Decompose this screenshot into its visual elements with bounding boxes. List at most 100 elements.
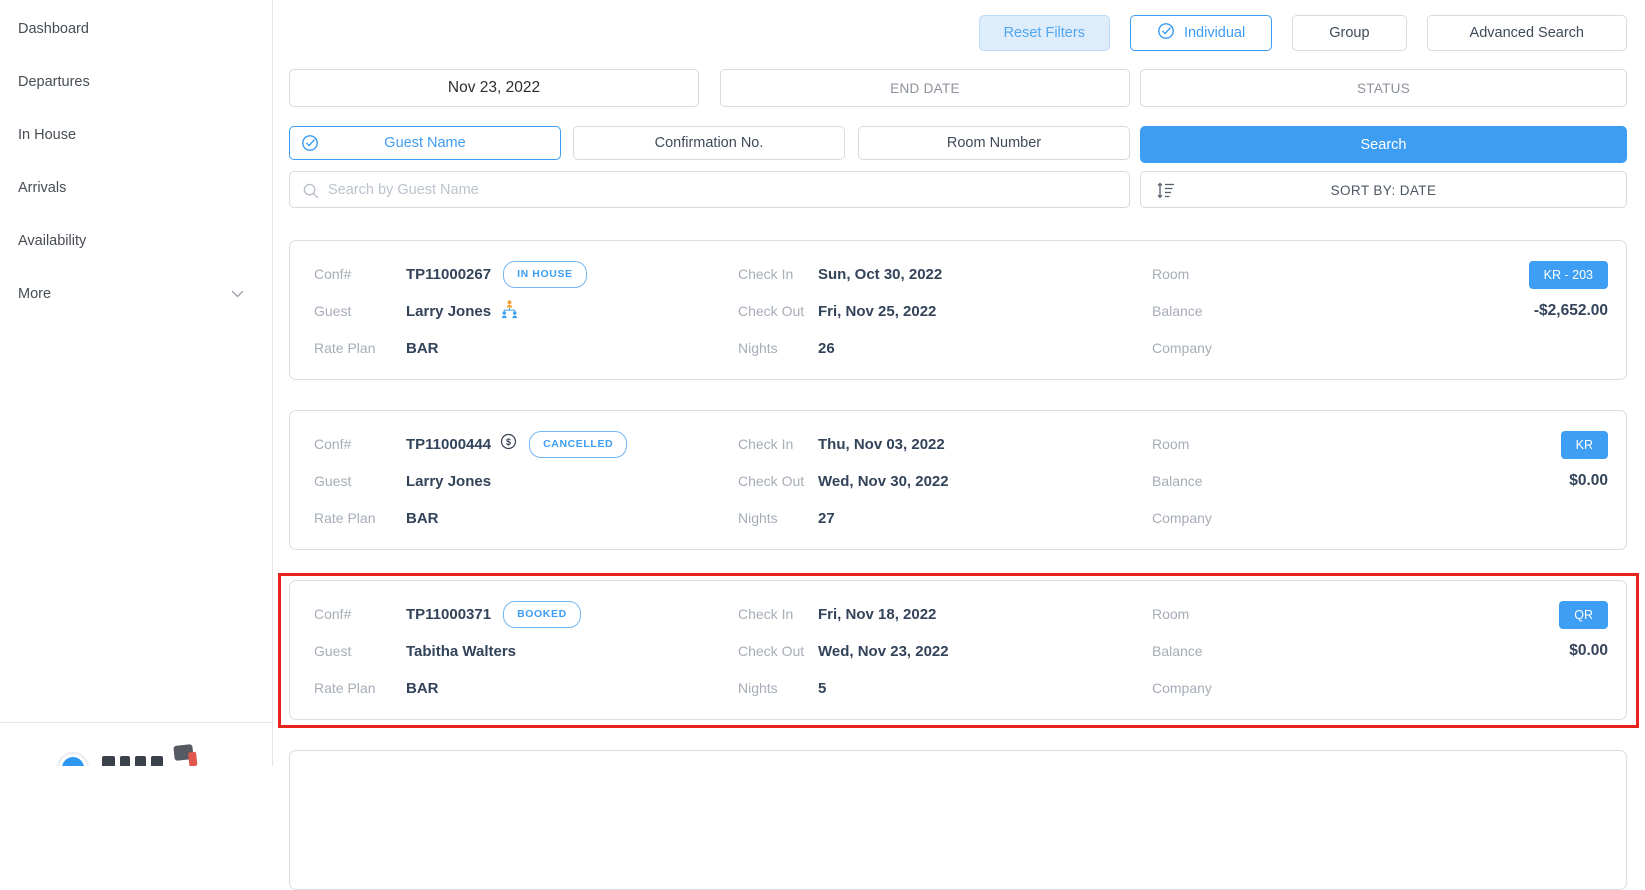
nights-label: Nights	[738, 509, 778, 528]
brand-wordmark	[102, 756, 163, 766]
tab-guest-name[interactable]: Guest Name	[289, 126, 561, 160]
guest-value: Larry Jones	[406, 302, 491, 321]
sidebar-item-in-house[interactable]: In House	[0, 108, 272, 161]
balance-label: Balance	[1152, 302, 1203, 321]
check-circle-icon	[1157, 22, 1175, 44]
status-badge: IN HOUSE	[503, 261, 587, 288]
search-icon	[302, 182, 320, 200]
search-box	[289, 171, 1130, 208]
reservation-card-highlighted[interactable]: Conf# TP11000371 BOOKED Guest Tabitha Wa…	[289, 580, 1627, 720]
check-in-label: Check In	[738, 435, 793, 454]
check-out-value: Wed, Nov 30, 2022	[818, 472, 949, 491]
check-in-value: Thu, Nov 03, 2022	[818, 435, 945, 454]
sidebar-item-more[interactable]: More	[0, 267, 272, 320]
search-input[interactable]	[326, 172, 1116, 207]
sidebar-nav: Dashboard Departures In House Arrivals A…	[0, 0, 272, 320]
sidebar-item-dashboard[interactable]: Dashboard	[0, 2, 272, 55]
check-in-value: Sun, Oct 30, 2022	[818, 265, 942, 284]
company-label: Company	[1152, 679, 1212, 698]
guest-line: Larry Jones	[406, 298, 520, 324]
check-circle-icon	[301, 134, 319, 156]
sidebar: Dashboard Departures In House Arrivals A…	[0, 0, 273, 766]
check-out-label: Check Out	[738, 472, 804, 491]
sidebar-item-label: Arrivals	[18, 180, 66, 196]
company-label: Company	[1152, 509, 1212, 528]
check-in-value: Fri, Nov 18, 2022	[818, 605, 936, 624]
chevron-down-icon	[231, 286, 244, 302]
search-button[interactable]: Search	[1140, 126, 1627, 163]
nights-value: 26	[818, 339, 835, 358]
sidebar-item-label: Availability	[18, 233, 86, 249]
group-toggle-button[interactable]: Group	[1292, 15, 1406, 51]
rate-plan-value: BAR	[406, 339, 439, 358]
guest-label: Guest	[314, 642, 351, 661]
tab-label: Room Number	[947, 135, 1041, 151]
nights-label: Nights	[738, 679, 778, 698]
group-booking-icon	[499, 299, 520, 324]
conf-line: TP11000267 IN HOUSE	[406, 261, 587, 287]
tab-label: Guest Name	[384, 135, 465, 151]
balance-value: $0.00	[1569, 472, 1608, 490]
sidebar-footer	[0, 722, 272, 766]
balance-value: -$2,652.00	[1534, 302, 1608, 320]
dollar-circle-icon: $	[500, 433, 517, 455]
advanced-search-button[interactable]: Advanced Search	[1427, 15, 1627, 51]
company-label: Company	[1152, 339, 1212, 358]
balance-label: Balance	[1152, 642, 1203, 661]
room-label: Room	[1152, 435, 1189, 454]
guest-label: Guest	[314, 472, 351, 491]
svg-text:$: $	[506, 437, 511, 447]
conf-line: TP11000444 $ CANCELLED	[406, 431, 627, 457]
room-label: Room	[1152, 265, 1189, 284]
reset-filters-button[interactable]: Reset Filters	[979, 15, 1110, 51]
individual-label: Individual	[1184, 25, 1245, 41]
rate-plan-value: BAR	[406, 679, 439, 698]
check-in-label: Check In	[738, 265, 793, 284]
individual-toggle-button[interactable]: Individual	[1130, 15, 1272, 51]
rate-plan-label: Rate Plan	[314, 509, 375, 528]
reservation-card[interactable]: Conf# TP11000444 $ CANCELLED Guest Larry…	[289, 410, 1627, 550]
sidebar-item-arrivals[interactable]: Arrivals	[0, 161, 272, 214]
conf-value: TP11000371	[406, 605, 491, 624]
check-in-label: Check In	[738, 605, 793, 624]
conf-value: TP11000267	[406, 265, 491, 284]
sort-bar[interactable]: SORT BY: DATE	[1140, 171, 1627, 208]
end-date-field[interactable]: END DATE	[720, 69, 1130, 107]
conf-value: TP11000444	[406, 435, 491, 454]
guest-label: Guest	[314, 302, 351, 321]
toolbar: Reset Filters Individual Group Advanced …	[979, 15, 1627, 51]
tab-room-number[interactable]: Room Number	[858, 126, 1130, 160]
room-badge: QR	[1559, 601, 1608, 629]
sidebar-item-label: Departures	[18, 74, 90, 90]
start-date-field[interactable]: Nov 23, 2022	[289, 69, 699, 107]
nights-label: Nights	[738, 339, 778, 358]
sort-label: SORT BY: DATE	[1141, 172, 1626, 209]
main-content: Reset Filters Individual Group Advanced …	[289, 0, 1627, 766]
conf-label: Conf#	[314, 265, 351, 284]
check-out-value: Fri, Nov 25, 2022	[818, 302, 936, 321]
status-field[interactable]: STATUS	[1140, 69, 1627, 107]
room-label: Room	[1152, 605, 1189, 624]
conf-label: Conf#	[314, 435, 351, 454]
tab-label: Confirmation No.	[655, 135, 764, 151]
nights-value: 27	[818, 509, 835, 528]
tab-confirmation-no[interactable]: Confirmation No.	[573, 126, 845, 160]
guest-value: Larry Jones	[406, 472, 491, 491]
room-badge: KR	[1561, 431, 1608, 459]
balance-label: Balance	[1152, 472, 1203, 491]
conf-label: Conf#	[314, 605, 351, 624]
status-badge: CANCELLED	[529, 431, 627, 458]
chat-widget-icon[interactable]	[173, 744, 193, 761]
brand-logo-icon	[57, 752, 89, 766]
sidebar-item-availability[interactable]: Availability	[0, 214, 272, 267]
reservation-card[interactable]: Conf# TP11000267 IN HOUSE Guest Larry Jo…	[289, 240, 1627, 380]
rate-plan-value: BAR	[406, 509, 439, 528]
room-badge: KR - 203	[1529, 261, 1608, 289]
check-out-value: Wed, Nov 23, 2022	[818, 642, 949, 661]
balance-value: $0.00	[1569, 642, 1608, 660]
rate-plan-label: Rate Plan	[314, 339, 375, 358]
reservation-card-partial[interactable]	[289, 750, 1627, 890]
nights-value: 5	[818, 679, 826, 698]
sidebar-item-departures[interactable]: Departures	[0, 55, 272, 108]
status-badge: BOOKED	[503, 601, 581, 628]
